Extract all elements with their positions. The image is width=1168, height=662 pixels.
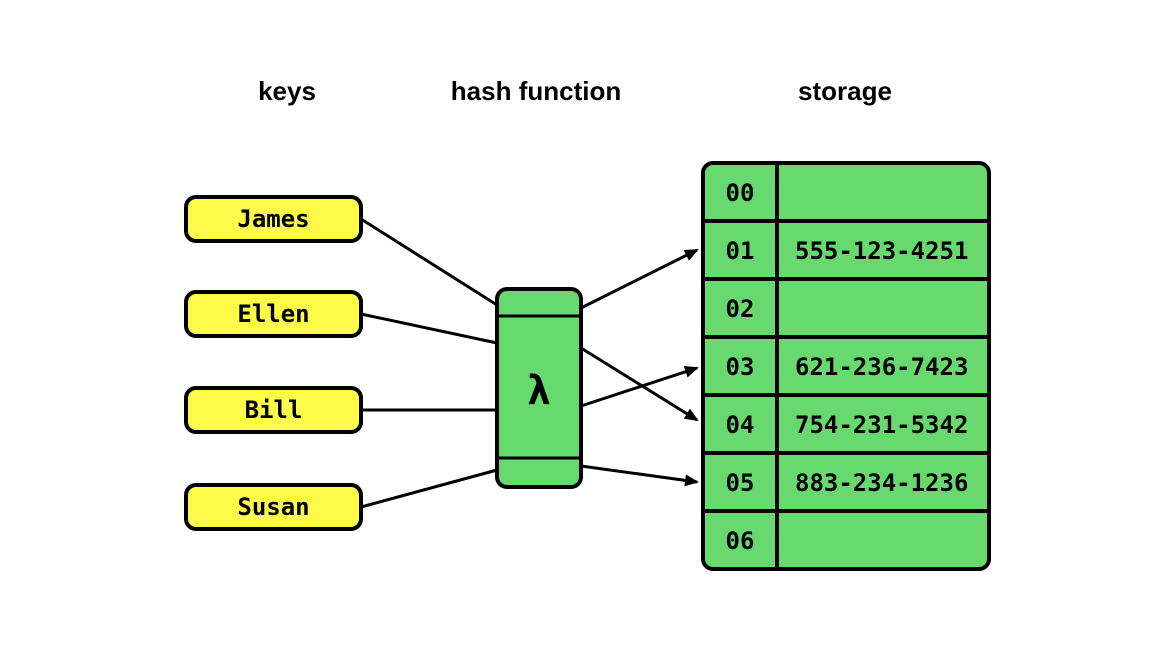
key-label: Bill [245, 396, 303, 424]
storage-index: 04 [726, 411, 755, 439]
header-hash: hash function [451, 76, 621, 106]
edge-hash-to-storage [581, 348, 697, 420]
key-label: James [237, 205, 309, 233]
edge-hash-to-storage [581, 250, 697, 308]
storage-index: 03 [726, 353, 755, 381]
header-keys: keys [258, 76, 316, 106]
storage-value: 555-123-4251 [795, 237, 968, 265]
storage-index: 02 [726, 295, 755, 323]
key-box: Bill [186, 388, 361, 432]
header-storage: storage [798, 76, 892, 106]
edge-hash-to-storage [581, 466, 697, 482]
edge-key-to-hash [361, 470, 497, 507]
key-label: Ellen [237, 300, 309, 328]
storage-value: 883-234-1236 [795, 469, 968, 497]
key-box: James [186, 197, 361, 241]
edge-key-to-hash [361, 219, 497, 305]
storage-table: 00 01 555-123-4251 02 03 621-236-7423 04… [703, 163, 989, 569]
storage-index: 01 [726, 237, 755, 265]
edge-key-to-hash [361, 314, 497, 343]
hash-diagram: keys hash function storage James Ellen B… [0, 0, 1168, 662]
storage-index: 05 [726, 469, 755, 497]
storage-index: 06 [726, 527, 755, 555]
key-box: Ellen [186, 292, 361, 336]
hash-function-box: λ [497, 289, 581, 487]
storage-index: 00 [726, 179, 755, 207]
key-box: Susan [186, 485, 361, 529]
edge-hash-to-storage [581, 368, 697, 406]
key-label: Susan [237, 493, 309, 521]
storage-value: 754-231-5342 [795, 411, 968, 439]
storage-value: 621-236-7423 [795, 353, 968, 381]
lambda-icon: λ [527, 368, 551, 414]
